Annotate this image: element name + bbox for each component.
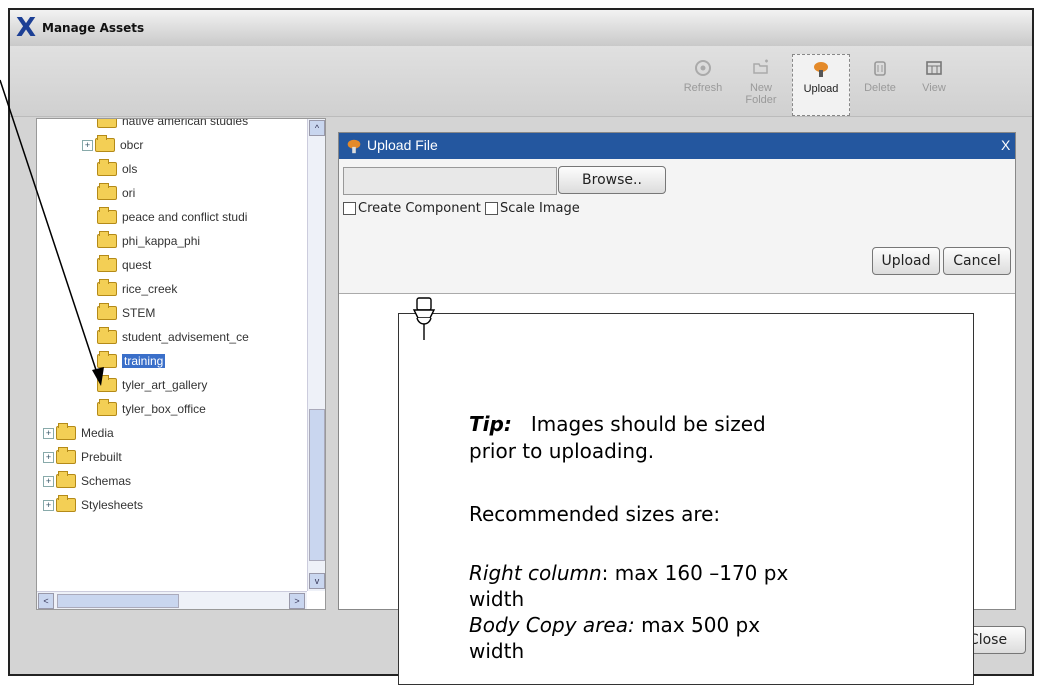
tip-line-2: prior to uploading. <box>469 439 655 463</box>
tip-heading: Tip: <box>469 412 512 436</box>
tip-line-1: Images should be sized <box>530 412 766 436</box>
tip-line-3: Recommended sizes are: <box>469 502 721 526</box>
pushpin-icon <box>412 297 436 340</box>
right-column-label: Right column <box>469 561 602 585</box>
body-copy-value: max 500 px <box>634 613 761 637</box>
right-column-unit: width <box>469 587 525 611</box>
body-copy-label: Body Copy area: <box>469 613 635 637</box>
right-column-value: : max 160 –170 px <box>601 561 789 585</box>
tip-callout: Tip: Images should be sized prior to upl… <box>398 297 974 685</box>
body-copy-unit: width <box>469 639 525 663</box>
